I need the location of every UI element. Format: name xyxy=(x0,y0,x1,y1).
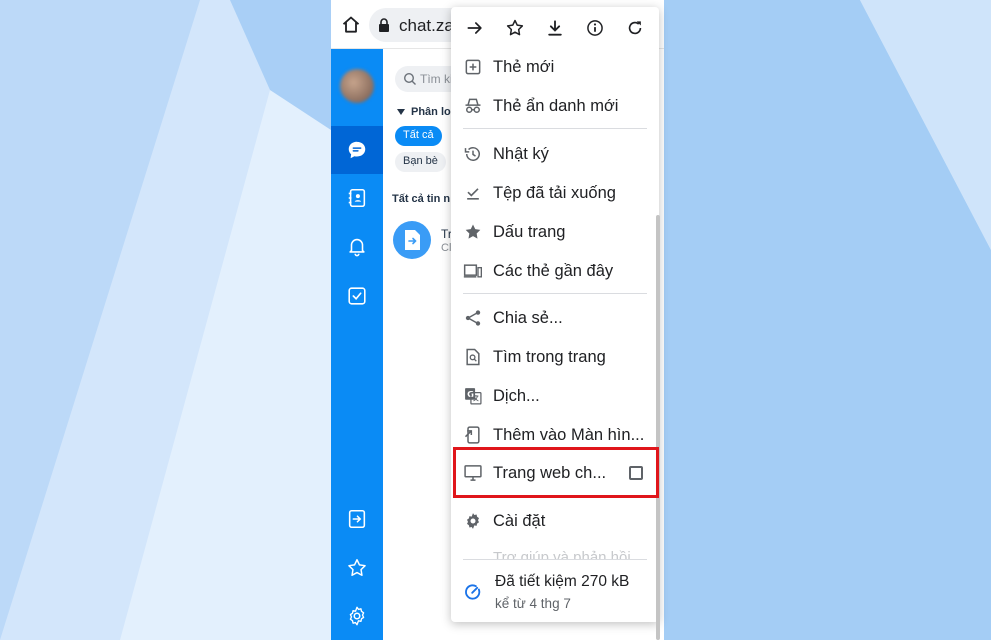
todo-icon[interactable] xyxy=(331,272,383,320)
data-savings[interactable]: Đã tiết kiệm 270 kB kể từ 4 thg 7 xyxy=(451,560,659,620)
menu-item-bookmarks[interactable]: Dấu trang xyxy=(451,213,659,251)
add-to-home-icon xyxy=(463,425,483,445)
menu-item-label: Thẻ mới xyxy=(493,57,555,76)
divider xyxy=(463,293,647,294)
avatar[interactable] xyxy=(340,69,374,103)
bookmark-star-icon[interactable] xyxy=(498,11,532,45)
forward-icon[interactable] xyxy=(458,11,492,45)
lock-icon xyxy=(379,18,389,32)
contacts-icon[interactable] xyxy=(331,174,383,222)
divider xyxy=(463,128,647,129)
menu-item-label: Dịch... xyxy=(493,386,540,405)
menu-item-help-faded: Trợ giúp và phản hồi xyxy=(493,549,631,559)
settings-icon xyxy=(463,511,483,531)
file-transfer-icon[interactable] xyxy=(331,495,383,543)
home-icon[interactable] xyxy=(341,15,361,35)
section-title: Tất cả tin n xyxy=(392,193,451,205)
search-placeholder: Tìm ki xyxy=(420,72,453,86)
filter-label-text: Phân loạ xyxy=(411,106,457,118)
menu-item-label: Nhật ký xyxy=(493,144,549,163)
info-icon[interactable] xyxy=(578,11,612,45)
menu-toolbar xyxy=(451,7,659,49)
reload-icon[interactable] xyxy=(618,11,652,45)
recent-tabs-icon xyxy=(463,261,483,281)
search-icon xyxy=(403,72,416,85)
history-icon xyxy=(463,144,483,164)
new-tab-icon xyxy=(463,57,483,77)
conversation-file-icon[interactable] xyxy=(393,221,431,259)
conversation-subtitle: Cl xyxy=(441,242,452,254)
menu-item-incognito[interactable]: Thẻ ẩn danh mới xyxy=(451,87,659,125)
filter-label[interactable]: Phân loạ xyxy=(397,106,457,118)
app-sidebar xyxy=(331,49,383,640)
menu-item-share[interactable]: Chia sẻ... xyxy=(451,299,659,337)
overflow-menu: Thẻ mới Thẻ ẩn danh mới Nhật ký Tệp đã t… xyxy=(451,7,659,622)
settings-icon[interactable] xyxy=(331,592,383,640)
find-in-page-icon xyxy=(463,347,483,367)
bell-icon[interactable] xyxy=(331,222,383,270)
menu-item-label: Chia sẻ... xyxy=(493,308,563,327)
menu-item-label: Tệp đã tải xuống xyxy=(493,183,616,202)
menu-item-recent-tabs[interactable]: Các thẻ gần đây xyxy=(451,252,659,290)
menu-item-history[interactable]: Nhật ký xyxy=(451,135,659,173)
chat-icon[interactable] xyxy=(331,126,383,174)
data-saver-icon xyxy=(463,582,483,602)
download-icon[interactable] xyxy=(538,11,572,45)
caret-down-icon xyxy=(397,109,405,116)
translate-icon: G xyxy=(463,386,483,406)
menu-item-new-tab[interactable]: Thẻ mới xyxy=(451,48,659,86)
menu-item-label: Tìm trong trang xyxy=(493,347,606,366)
share-icon xyxy=(463,308,483,328)
menu-item-label: Cài đặt xyxy=(493,511,546,530)
data-savings-since: kể từ 4 thg 7 xyxy=(495,596,571,611)
menu-item-label: Thẻ ẩn danh mới xyxy=(493,96,619,115)
downloads-icon xyxy=(463,183,483,203)
highlight-box xyxy=(453,447,659,498)
star-icon[interactable] xyxy=(331,544,383,592)
menu-item-label: Dấu trang xyxy=(493,222,566,241)
menu-item-label: Thêm vào Màn hìn... xyxy=(493,425,645,444)
data-savings-amount: Đã tiết kiệm 270 kB xyxy=(495,573,630,590)
url-text: chat.za xyxy=(399,16,454,35)
menu-scrollbar[interactable] xyxy=(656,215,660,640)
chip-friends[interactable]: Bạn bè xyxy=(395,152,446,172)
menu-item-settings[interactable]: Cài đặt xyxy=(451,502,659,540)
menu-item-label: Các thẻ gần đây xyxy=(493,261,614,280)
chip-all[interactable]: Tất cả xyxy=(395,126,442,146)
incognito-icon xyxy=(463,96,483,116)
menu-item-downloads[interactable]: Tệp đã tải xuống xyxy=(451,174,659,212)
menu-item-translate[interactable]: G Dịch... xyxy=(451,377,659,415)
bookmarks-icon xyxy=(463,222,483,242)
menu-item-find-in-page[interactable]: Tìm trong trang xyxy=(451,338,659,376)
